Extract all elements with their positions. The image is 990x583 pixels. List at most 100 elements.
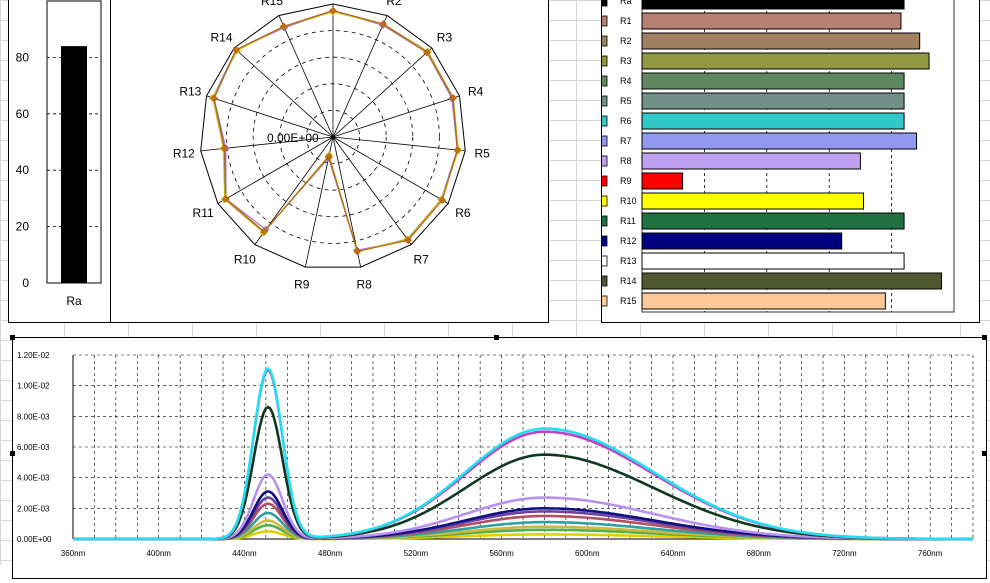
spectrum-x-tick-label: 440nm <box>232 549 257 558</box>
spectrum-y-tick-label: 1.00E-02 <box>17 382 50 391</box>
spectrum-x-tick-label: 520nm <box>404 549 429 558</box>
radar-axis-label: R7 <box>413 252 429 266</box>
ra-tick-label: 60 <box>16 107 30 121</box>
hbar-category-label: R2 <box>620 36 632 46</box>
spectrum-chart[interactable]: 0.00E+00 2.00E-03 4.00E-03 6.00E-03 8.00E-03… <box>12 337 987 579</box>
spectrum-x-tick-label: 680nm <box>746 549 771 558</box>
hbar-bar <box>641 52 930 70</box>
hbar-legend-swatch <box>595 195 608 207</box>
selection-handle[interactable] <box>10 451 15 456</box>
radar-spoke <box>332 95 460 138</box>
spectrum-x-tick-label: 600nm <box>575 549 600 558</box>
hbar-legend-swatch <box>595 35 608 47</box>
hbar-bar <box>641 172 684 190</box>
spectrum-x-tick-label: 760nm <box>918 549 943 558</box>
radar-axis-label: R9 <box>294 278 310 292</box>
hbar-category-label: R3 <box>620 56 632 66</box>
spectrum-y-tick-label: 6.00E-03 <box>17 443 50 452</box>
radar-axis-label: R8 <box>357 278 373 292</box>
hbar-category-label: R11 <box>620 216 636 226</box>
hbar-legend-swatch <box>595 15 608 27</box>
radar-axis-label: R10 <box>234 252 256 266</box>
hbar-category-label: R7 <box>620 136 632 146</box>
radar-center-label: 0.00E+00 <box>267 131 319 145</box>
spectrum-x-tick-label: 480nm <box>318 549 343 558</box>
hbar-bar <box>641 112 905 130</box>
hbar-legend-swatch <box>595 235 608 247</box>
radar-axis-label: R13 <box>179 85 201 99</box>
spectrum-x-tick-label: 640nm <box>661 549 686 558</box>
hbar-legend-swatch <box>595 155 608 167</box>
spectrum-y-tick-label: 1.20E-02 <box>17 351 50 360</box>
spectrum-y-tick-label: 4.00E-03 <box>17 474 50 483</box>
ri-bar-chart-svg: Ra R1 R2 R3 R4 R5 R6 R7 R8 R9 R10 R11 R12 R13 R14 R15 <box>595 0 955 313</box>
hbar-bar <box>641 192 865 210</box>
hbar-legend-swatch <box>595 255 608 267</box>
hbar-bar <box>641 152 861 170</box>
hbar-bar <box>641 0 905 10</box>
selection-handle[interactable] <box>494 335 499 340</box>
spectrum-y-tick-label: 0.00E+00 <box>17 535 52 544</box>
radar-axis-label: R5 <box>475 147 491 161</box>
hbar-legend-swatch <box>595 95 608 107</box>
hbar-bar <box>641 252 905 270</box>
hbar-legend-swatch <box>595 295 608 307</box>
hbar-legend-swatch <box>595 115 608 127</box>
selection-handle[interactable] <box>982 335 987 340</box>
ra-category-label: Ra <box>66 294 82 308</box>
ra-tick-label: 80 <box>16 50 30 64</box>
hbar-category-label: Ra <box>620 0 632 6</box>
hbar-category-label: R1 <box>620 16 632 26</box>
hbar-legend-swatch <box>595 275 608 287</box>
spectrum-x-tick-label: 720nm <box>832 549 857 558</box>
radar-spoke <box>233 47 334 138</box>
hbar-category-label: R4 <box>620 76 632 86</box>
hbar-category-label: R5 <box>620 96 632 106</box>
hbar-legend-swatch <box>595 0 608 7</box>
ra-chart[interactable]: 0 20 40 60 80 Ra <box>8 0 112 323</box>
spectrum-y-tick-label: 8.00E-03 <box>17 412 50 421</box>
radar-axis-label: R4 <box>468 85 484 99</box>
spectrum-chart-svg: 0.00E+00 2.00E-03 4.00E-03 6.00E-03 8.00E-03… <box>17 351 974 558</box>
radar-axis-label: R3 <box>437 31 453 45</box>
hbar-bar <box>641 292 886 310</box>
hbar-legend-swatch <box>595 55 608 67</box>
ra-tick-label: 40 <box>16 163 30 177</box>
ra-bar <box>61 46 87 284</box>
hbar-category-label: R9 <box>620 176 632 186</box>
hbar-category-label: R6 <box>620 116 632 126</box>
hbar-legend-swatch <box>595 75 608 87</box>
spectrum-x-tick-label: 560nm <box>489 549 514 558</box>
radar-axis-label: R2 <box>386 0 402 8</box>
ra-chart-svg: 0 20 40 60 80 Ra <box>16 0 102 308</box>
hbar-category-label: R15 <box>620 296 637 306</box>
hbar-legend-swatch <box>595 175 608 187</box>
hbar-category-label: R14 <box>620 276 637 286</box>
ra-tick-label: 20 <box>16 220 30 234</box>
radar-chart[interactable]: R1R2R3R4R5R6R7R8R9R10R11R12R13R14R150.00… <box>110 0 549 323</box>
radar-chart-svg: R1R2R3R4R5R6R7R8R9R10R11R12R13R14R150.00… <box>173 0 491 292</box>
spectrum-y-tick-label: 2.00E-03 <box>17 504 50 513</box>
hbar-bar <box>641 12 902 30</box>
selection-handle[interactable] <box>10 335 15 340</box>
radar-axis-label: R14 <box>211 31 233 45</box>
hbar-bar <box>641 232 843 250</box>
selection-handle[interactable] <box>982 451 987 456</box>
hbar-bar <box>641 272 943 290</box>
radar-axis-label: R11 <box>193 206 214 220</box>
spectrum-x-tick-label: 400nm <box>146 549 171 558</box>
hbar-bar <box>641 72 905 90</box>
hbar-bar <box>641 132 918 150</box>
hbar-category-label: R12 <box>620 236 637 246</box>
hbar-legend-swatch <box>595 215 608 227</box>
radar-axis-label: R12 <box>173 147 195 161</box>
hbar-bar <box>641 32 921 50</box>
ri-bar-chart[interactable]: Ra R1 R2 R3 R4 R5 R6 R7 R8 R9 R10 R11 R12 R13 R14 R15 <box>595 0 980 323</box>
hbar-bar <box>641 92 905 110</box>
radar-axis-label: R6 <box>455 206 471 220</box>
hbar-category-label: R13 <box>620 256 637 266</box>
hbar-category-label: R8 <box>620 156 632 166</box>
spectrum-x-tick-label: 360nm <box>61 549 86 558</box>
hbar-bar <box>641 212 905 230</box>
ra-tick-label: 0 <box>22 276 29 290</box>
